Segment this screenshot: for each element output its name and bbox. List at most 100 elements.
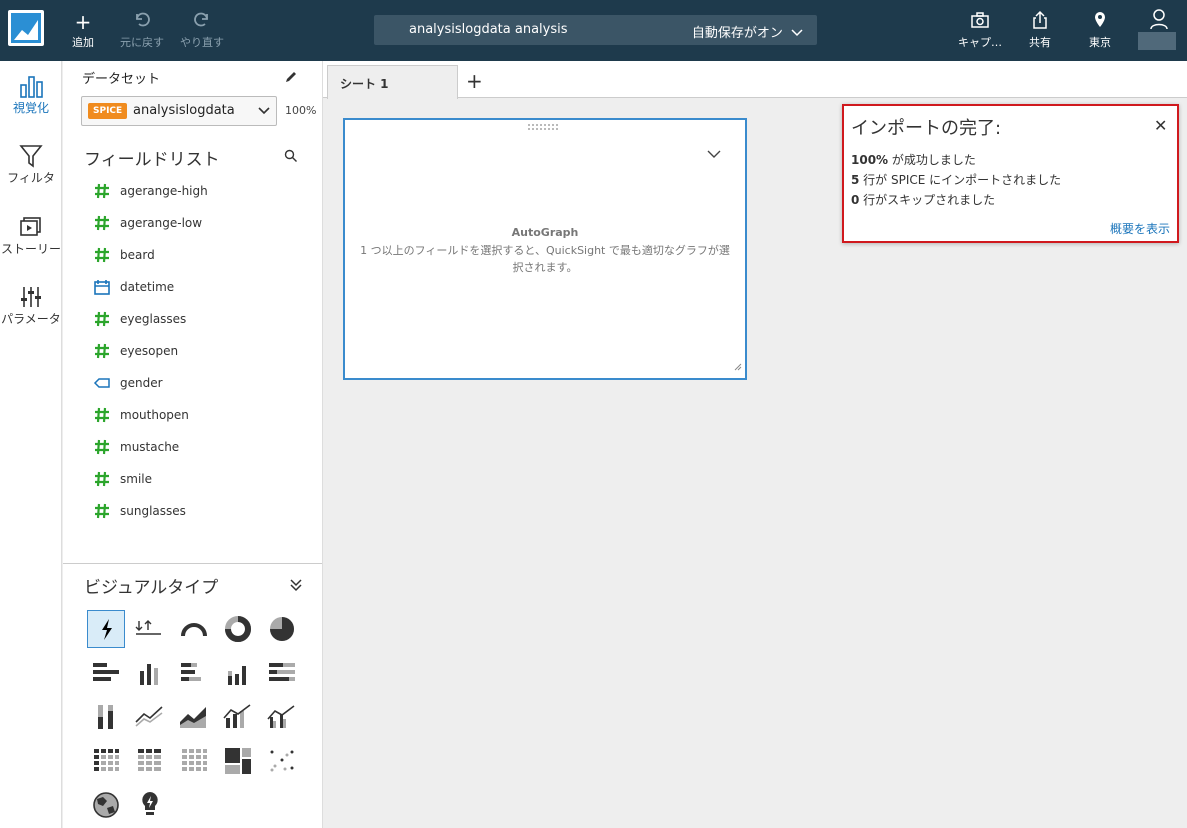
resize-handle-icon[interactable] [734, 356, 742, 375]
rail-story-label: ストーリー [0, 242, 61, 256]
analysis-title[interactable]: analysislogdata analysis [409, 22, 568, 37]
donut-icon[interactable] [219, 610, 257, 648]
drag-handle-icon[interactable] [527, 123, 559, 131]
redo-button[interactable]: やり直す [174, 10, 230, 50]
area-icon[interactable] [175, 698, 213, 736]
undo-label: 元に戻す [120, 36, 164, 49]
pivot-table-icon[interactable] [87, 742, 125, 780]
dataset-select[interactable]: SPICE analysislogdata [81, 96, 277, 126]
close-icon[interactable]: ✕ [1154, 116, 1167, 135]
rail-visualize[interactable]: 視覚化 [0, 73, 62, 116]
combo-bar-line-icon[interactable] [219, 698, 257, 736]
kpi-icon[interactable] [131, 610, 169, 648]
bar-chart-icon [0, 73, 62, 99]
autosave-toggle[interactable]: 自動保存がオン [692, 22, 803, 41]
imported-text: 行が SPICE にインポートされました [859, 173, 1062, 187]
number-type-icon [93, 246, 111, 264]
number-type-icon [93, 182, 111, 200]
spice-badge: SPICE [88, 103, 128, 119]
field-name: datetime [120, 280, 175, 294]
geo-map-icon[interactable] [87, 786, 125, 824]
tab-sheet-1[interactable]: シート 1 [327, 65, 458, 99]
sliders-icon [0, 284, 62, 310]
field-name: agerange-high [120, 184, 208, 198]
heatmap-icon[interactable] [175, 742, 213, 780]
number-type-icon [93, 342, 111, 360]
number-type-icon [93, 310, 111, 328]
share-label: 共有 [1029, 36, 1051, 49]
redo-icon [174, 10, 230, 34]
add-button[interactable]: + 追加 [68, 10, 98, 50]
undo-icon [114, 10, 170, 34]
rail-story[interactable]: ストーリー [0, 214, 62, 257]
undo-button[interactable]: 元に戻す [114, 10, 170, 50]
insight-icon[interactable] [131, 786, 169, 824]
sheet-tab-strip: シート 1 + [323, 61, 1187, 99]
line-icon[interactable] [131, 698, 169, 736]
region-label: 東京 [1089, 36, 1111, 49]
number-type-icon [93, 406, 111, 424]
combo-cluster-line-icon[interactable] [263, 698, 301, 736]
horizontal-bar-icon[interactable] [87, 654, 125, 692]
rail-parameters-label: パラメータ [1, 312, 61, 326]
quicksight-logo[interactable] [8, 10, 44, 46]
pencil-icon[interactable] [284, 69, 298, 88]
table-icon[interactable] [131, 742, 169, 780]
number-type-icon [93, 470, 111, 488]
location-pin-icon [1084, 10, 1116, 34]
share-button[interactable]: 共有 [1024, 10, 1056, 50]
rail-filter[interactable]: フィルタ [0, 143, 62, 186]
sheet-tab-label: シート 1 [340, 77, 389, 91]
field-name: gender [120, 376, 163, 390]
capture-label: キャプ… [958, 36, 1002, 49]
dataset-label: データセット [82, 72, 161, 87]
user-name-redacted [1138, 32, 1176, 50]
vertical-bar-icon[interactable] [131, 654, 169, 692]
vertical-stacked-bar-icon[interactable] [219, 654, 257, 692]
add-sheet-button[interactable]: + [466, 69, 483, 93]
dataset-percent: 100% [285, 104, 317, 117]
top-bar: + 追加 元に戻す やり直す analysislogdata analysis … [0, 0, 1187, 61]
field-name: eyesopen [120, 344, 179, 358]
field-name: smile [120, 472, 152, 486]
notice-title: インポートの完了: [851, 118, 1002, 139]
notice-line-skipped: 0 行がスキップされました [851, 191, 995, 208]
field-name: beard [120, 248, 155, 262]
plus-icon: + [74, 10, 92, 34]
search-icon[interactable] [284, 148, 298, 167]
rail-parameters[interactable]: パラメータ [0, 284, 62, 327]
visual-types-title: ビジュアルタイプ [84, 578, 219, 598]
capture-button[interactable]: キャプ… [952, 10, 1008, 50]
data-panel: データセット SPICE analysislogdata 100% フィールドリ… [63, 61, 323, 828]
horizontal-100-bar-icon[interactable] [263, 654, 301, 692]
chevron-down-icon [257, 103, 271, 123]
camera-icon [952, 10, 1008, 34]
autograph-description: 1 つ以上のフィールドを選択すると、QuickSight で最も適切なグラフが選… [360, 244, 730, 274]
field-name: agerange-low [120, 216, 203, 230]
region-button[interactable]: 東京 [1084, 10, 1116, 50]
visual-menu-chevron-icon[interactable] [707, 144, 721, 163]
success-percent: 100% [851, 153, 889, 167]
analysis-title-bar[interactable]: analysislogdata analysis 自動保存がオン [374, 15, 817, 45]
autograph-icon[interactable] [87, 610, 125, 648]
view-summary-link[interactable]: 概要を表示 [1110, 220, 1170, 237]
autograph-visual[interactable]: AutoGraph 1 つ以上のフィールドを選択すると、QuickSight で… [343, 118, 747, 380]
tree-map-icon[interactable] [219, 742, 257, 780]
scatter-icon[interactable] [263, 742, 301, 780]
add-label: 追加 [72, 36, 94, 49]
vertical-100-bar-icon[interactable] [87, 698, 125, 736]
pie-icon[interactable] [263, 610, 301, 648]
horizontal-stacked-bar-icon[interactable] [175, 654, 213, 692]
field-name: sunglasses [120, 504, 186, 518]
string-type-icon [93, 374, 111, 392]
gauge-icon[interactable] [175, 610, 213, 648]
rail-filter-label: フィルタ [7, 171, 55, 185]
rail-visualize-label: 視覚化 [12, 101, 49, 115]
chevron-down-icon [791, 29, 803, 37]
chevron-double-down-icon[interactable] [289, 577, 303, 596]
notice-line-success: 100% が成功しました [851, 151, 976, 168]
success-text: が成功しました [888, 153, 976, 167]
field-name: mustache [120, 440, 180, 454]
user-button[interactable] [1146, 8, 1172, 32]
filter-icon [0, 143, 62, 169]
